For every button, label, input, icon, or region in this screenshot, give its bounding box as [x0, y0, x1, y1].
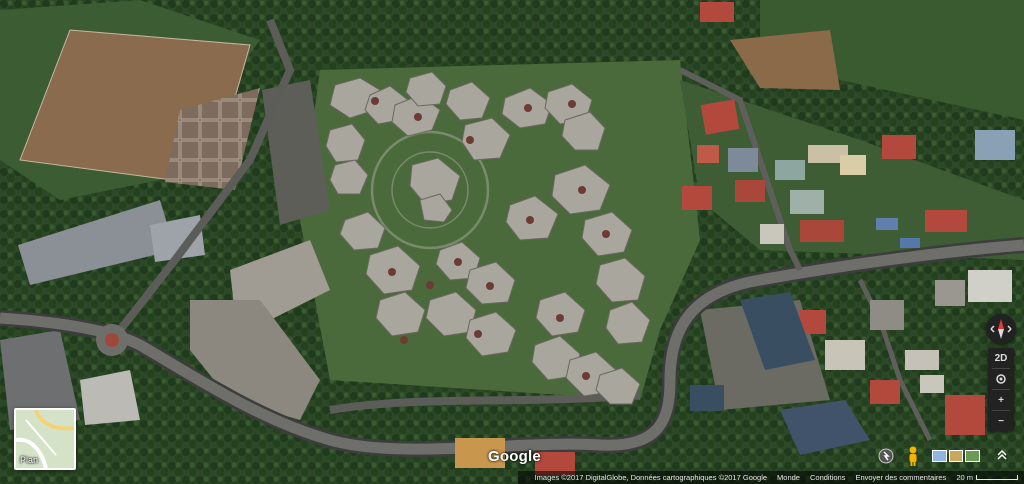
my-location-icon[interactable]: [988, 369, 1014, 389]
view-controls: 2D + −: [988, 348, 1014, 431]
map-type-label: Plan: [20, 455, 39, 465]
tilt-toggle-button[interactable]: 2D: [988, 348, 1014, 368]
google-logo: Google: [488, 448, 541, 465]
roundabout-center: [105, 333, 119, 347]
satellite-map[interactable]: [0, 0, 1024, 484]
map-controls: 2D + −: [986, 314, 1016, 431]
satellite-imagery: [0, 0, 1024, 484]
compass-icon[interactable]: [986, 314, 1016, 344]
region-link[interactable]: Monde: [777, 473, 800, 482]
map-type-toggle[interactable]: Plan: [14, 408, 76, 470]
chevron-up-icon[interactable]: [996, 448, 1008, 462]
attribution-bar: Images ©2017 DigitalGlobe, Données carto…: [0, 471, 1024, 484]
report-problem-icon[interactable]: [878, 448, 894, 464]
scale-indicator[interactable]: 20 m: [956, 473, 1018, 482]
building: [80, 370, 140, 425]
zoom-in-button[interactable]: +: [988, 390, 1014, 410]
scale-bar: [976, 475, 1018, 480]
scale-label: 20 m: [956, 473, 973, 482]
terms-link[interactable]: Conditions: [810, 473, 845, 482]
zoom-out-button[interactable]: −: [988, 411, 1014, 431]
imagery-credit: Images ©2017 DigitalGlobe, Données carto…: [534, 473, 768, 482]
feedback-link[interactable]: Envoyer des commentaires: [855, 473, 946, 482]
pegman-icon[interactable]: [906, 446, 920, 466]
imagery-layers-icon[interactable]: [932, 450, 981, 462]
